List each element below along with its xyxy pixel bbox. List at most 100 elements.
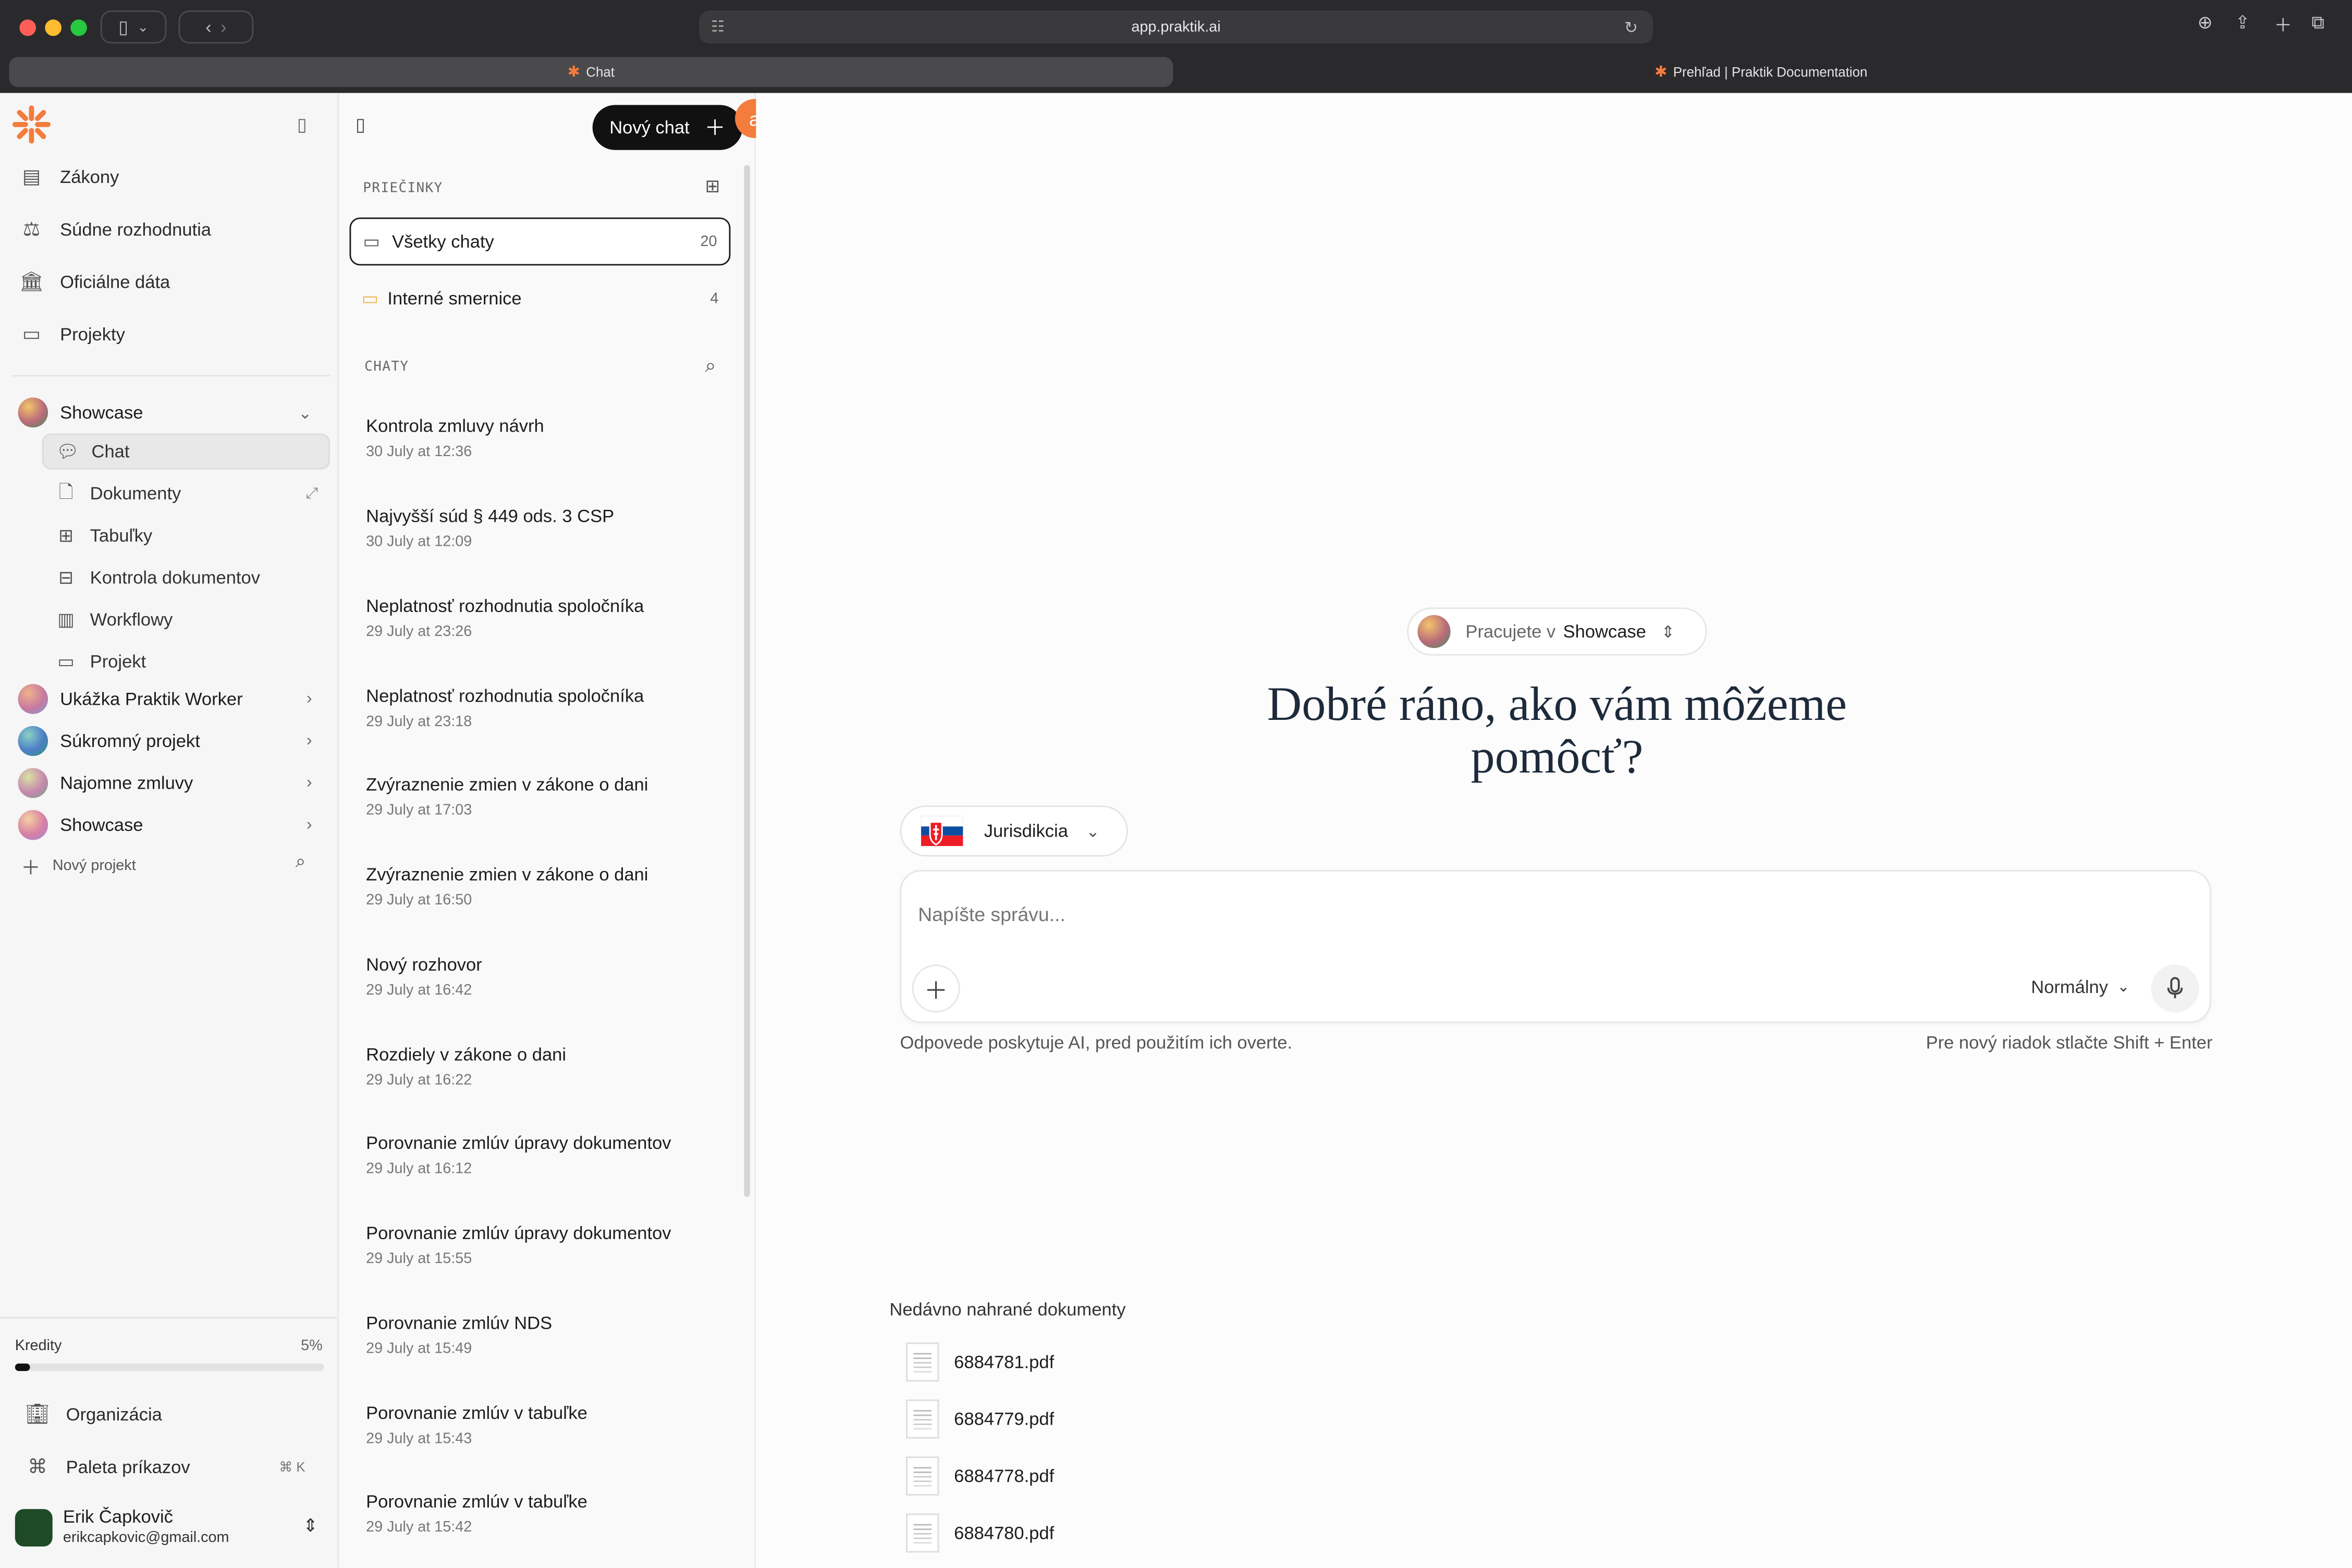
nav-sudne-rozhodnutia[interactable]: ⚖ Súdne rozhodnutia xyxy=(18,217,211,241)
new-project-button[interactable]: ＋ Nový projekt xyxy=(21,852,136,880)
nav-zakony[interactable]: ▤ Zákony xyxy=(18,165,119,189)
pdf-thumbnail-icon xyxy=(906,1513,939,1553)
chat-title: Porovnanie zmlúv úpravy dokumentov xyxy=(366,1222,671,1244)
folder-all-chats[interactable]: ▭ Všetky chaty 20 xyxy=(349,217,731,266)
chat-list-item[interactable]: Porovnanie zmlúv v tabuľke 29 July at 15:… xyxy=(366,1491,741,1536)
recent-doc-item[interactable]: 6884779.pdf xyxy=(906,1399,1055,1439)
chat-title: Najvyšší súd § 449 ods. 3 CSP xyxy=(366,505,615,527)
subitem-label: Chat xyxy=(91,441,130,462)
chat-list-item[interactable]: Najvyšší súd § 449 ods. 3 CSP 30 July at … xyxy=(366,506,741,550)
command-icon: ⌘ xyxy=(28,1455,47,1478)
nav-label: Zákony xyxy=(60,166,119,188)
subitem-label: Dokumenty xyxy=(90,483,181,504)
subitem-projekt[interactable]: ▭ Projekt xyxy=(42,643,330,679)
praktik-logo[interactable] xyxy=(12,105,51,144)
project-item[interactable]: Ukážka Praktik Worker › xyxy=(18,684,324,714)
new-tab-icon[interactable]: ＋ xyxy=(2274,12,2292,38)
search-projects-icon[interactable]: ⌕ xyxy=(296,851,305,873)
user-name: Erik Čapkovič xyxy=(63,1506,173,1527)
recent-doc-item[interactable]: 6884781.pdf xyxy=(906,1342,1054,1382)
recent-doc-item[interactable]: 6884780.pdf xyxy=(906,1513,1054,1553)
tab-chat[interactable]: ✱ Chat xyxy=(9,57,1173,87)
project-showcase-active[interactable]: Showcase ⌄ xyxy=(18,397,324,428)
chat-list-item[interactable]: Zvýraznenie zmien v zákone o dani 29 July… xyxy=(366,864,741,909)
chat-list-item[interactable]: Neplatnosť rozhodnutia spoločníka 29 July… xyxy=(366,685,741,730)
toggle-panel-icon[interactable]: ▯ xyxy=(356,114,365,135)
project-name: Showcase xyxy=(60,814,143,836)
chevron-right-icon[interactable]: › xyxy=(307,690,312,708)
chat-list-item[interactable]: Porovnanie zmlúv úpravy dokumentov 29 Jul… xyxy=(366,1222,741,1267)
reload-icon[interactable]: ↻ xyxy=(1624,17,1638,37)
inbox-icon: ▭ xyxy=(363,231,381,252)
chat-date: 29 July at 15:49 xyxy=(366,1341,472,1358)
subitem-workflowy[interactable]: ▥ Workflowy xyxy=(42,602,330,638)
plus-icon: ＋ xyxy=(924,979,948,1005)
sidebar-toggle-button[interactable]: ▯ ⌄ xyxy=(100,10,167,44)
search-chats-icon[interactable]: ⌕ xyxy=(705,354,716,378)
close-window-button[interactable] xyxy=(19,19,36,36)
scrollbar[interactable] xyxy=(744,165,750,1197)
chat-list-item[interactable]: Rozdiely v zákone o dani 29 July at 16:22 xyxy=(366,1044,741,1089)
history-nav[interactable]: ‹ › xyxy=(178,10,254,44)
downloads-icon[interactable]: ⊕ xyxy=(2198,12,2213,33)
chat-date: 29 July at 16:50 xyxy=(366,892,472,909)
url-bar[interactable]: ☷ app.praktik.ai ↻ xyxy=(699,10,1653,44)
tab-overview-icon[interactable]: ⧉ xyxy=(2311,12,2324,34)
workspace-selector[interactable]: Pracujete v Showcase ⇕ xyxy=(1407,607,1707,656)
doc-name: 6884779.pdf xyxy=(954,1408,1055,1430)
organization-button[interactable]: 🏢︎ Organizácia xyxy=(24,1403,162,1427)
chat-list-item[interactable]: Porovnanie zmlúv v tabuľke 29 July at 15:… xyxy=(366,1403,741,1448)
command-palette-button[interactable]: ⌘ Paleta príkazov xyxy=(24,1455,190,1479)
mode-label: Normálny xyxy=(2031,976,2109,998)
user-menu[interactable]: Erik Čapkovič erikcapkovic@gmail.com ⇕ xyxy=(15,1506,324,1551)
share-icon[interactable]: ⇪ xyxy=(2235,12,2250,33)
chevron-right-icon[interactable]: › xyxy=(307,774,312,792)
nav-projekty[interactable]: ▭ Projekty xyxy=(18,323,125,347)
chevron-updown-icon[interactable]: ⇕ xyxy=(303,1515,318,1536)
new-chat-button[interactable]: Nový chat ＋ xyxy=(592,105,743,150)
chat-list-item[interactable]: Porovnanie zmlúv úpravy dokumentov 29 Jul… xyxy=(366,1133,741,1178)
voice-input-button[interactable] xyxy=(2151,964,2199,1013)
chat-list-item[interactable]: Neplatnosť rozhodnutia spoločníka 29 July… xyxy=(366,595,741,640)
folder-internal-guidelines[interactable]: ▭ Interné smernice 4 xyxy=(349,276,730,321)
collapse-sidebar-icon[interactable]: ▯ xyxy=(297,114,307,135)
recent-doc-item[interactable]: 6884778.pdf xyxy=(906,1456,1054,1496)
plus-icon: ＋ xyxy=(704,115,726,140)
forward-icon[interactable]: › xyxy=(220,17,227,38)
back-icon[interactable]: ‹ xyxy=(205,17,212,38)
project-item[interactable]: Showcase › xyxy=(18,810,324,840)
expand-icon[interactable]: ⤢ xyxy=(306,485,318,502)
chat-list-panel: ▯ Nový chat ＋ a PRIEČINKY ⊞ ▭ Všetky cha… xyxy=(339,93,774,1568)
table-icon: ⊞ xyxy=(58,525,74,546)
message-input[interactable] xyxy=(915,895,2151,932)
chevron-down-icon[interactable]: ⌄ xyxy=(298,403,312,423)
project-item[interactable]: Súkromný projekt › xyxy=(18,726,324,756)
subitem-dokumenty[interactable]: 🗋 Dokumenty ⤢ xyxy=(42,475,330,511)
subitem-tabulky[interactable]: ⊞ Tabuľky xyxy=(42,518,330,554)
chat-list-item[interactable]: Nový rozhovor 29 July at 16:42 xyxy=(366,954,741,999)
subitem-chat[interactable]: 💬︎ Chat xyxy=(42,433,330,470)
chevron-down-icon: ⌄ xyxy=(1086,823,1100,841)
minimize-window-button[interactable] xyxy=(45,19,62,36)
avatar xyxy=(15,1509,53,1547)
attach-button[interactable]: ＋ xyxy=(912,964,960,1013)
mode-selector[interactable]: Normálny ⌄ xyxy=(2031,976,2129,997)
nav-oficialne-data[interactable]: 🏛 Oficiálne dáta xyxy=(18,270,170,294)
user-email: erikcapkovic@gmail.com xyxy=(63,1530,229,1547)
chat-date: 30 July at 12:09 xyxy=(366,534,472,551)
sidebar-icon: ▯ xyxy=(118,16,129,38)
chat-list-item[interactable]: Porovnanie zmlúv NDS 29 July at 15:49 xyxy=(366,1313,741,1357)
chat-title: Rozdiely v zákone o dani xyxy=(366,1044,567,1065)
chevron-right-icon[interactable]: › xyxy=(307,816,312,834)
subitem-kontrola-dokumentov[interactable]: ⊟ Kontrola dokumentov xyxy=(42,559,330,595)
page-settings-icon[interactable]: ☷ xyxy=(711,19,725,35)
tab-documentation[interactable]: ✱ Prehľad | Praktik Documentation xyxy=(1179,57,2343,87)
jurisdiction-selector[interactable]: Jurisdikcia ⌄ xyxy=(900,805,1128,857)
new-folder-icon[interactable]: ⊞ xyxy=(705,176,720,197)
project-item[interactable]: Najomne zmluvy › xyxy=(18,768,324,798)
chat-date: 29 July at 16:42 xyxy=(366,982,472,999)
chat-list-item[interactable]: Zvýraznenie zmien v zákone o dani 29 July… xyxy=(366,774,741,819)
chat-list-item[interactable]: Kontrola zmluvy návrh 30 July at 12:36 xyxy=(366,415,741,460)
chevron-right-icon[interactable]: › xyxy=(307,732,312,750)
maximize-window-button[interactable] xyxy=(70,19,87,36)
